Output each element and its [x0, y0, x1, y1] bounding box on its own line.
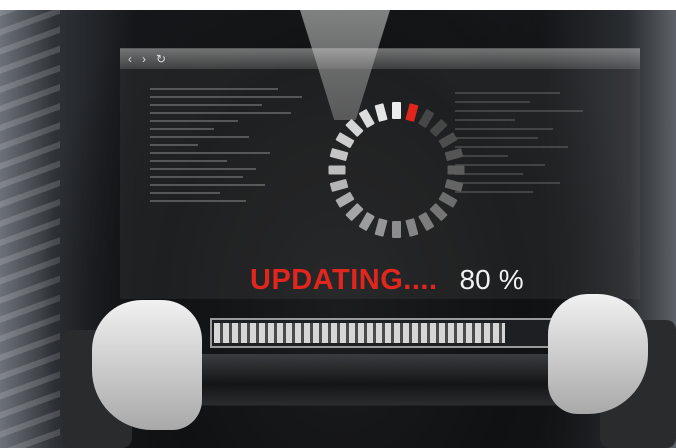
spinner-segment	[329, 148, 349, 162]
spinner-segment	[405, 103, 419, 122]
spinner-segment	[447, 165, 465, 175]
spinner-segment	[418, 108, 435, 129]
spinner-segment	[328, 165, 346, 175]
spinner-segment	[335, 132, 355, 149]
code-text-decoration-right	[455, 92, 605, 212]
spinner-segment	[392, 221, 401, 238]
spinner-segment	[374, 218, 388, 237]
progress-percent-unit: %	[498, 264, 524, 295]
chevron-right-icon: ›	[142, 52, 146, 66]
progress-bar-fill	[214, 323, 505, 343]
reload-icon: ↻	[156, 52, 167, 66]
spinner-segment	[345, 118, 364, 138]
top-border	[0, 0, 676, 10]
spinner-segment	[405, 218, 419, 237]
update-progress-bar	[210, 318, 582, 348]
updating-label: UPDATING....	[250, 264, 438, 296]
spinner-segment	[358, 211, 375, 232]
spinner-segment	[329, 178, 349, 192]
spinner-segment	[444, 148, 464, 162]
progress-percent-value: 80	[459, 264, 491, 295]
spinner-segment	[345, 202, 364, 222]
chevron-left-icon: ‹	[128, 52, 132, 66]
spinner-segment	[374, 103, 388, 122]
spinner-segment	[392, 102, 401, 119]
browser-toolbar: ‹ › ↻	[120, 49, 640, 69]
loading-spinner-icon	[326, 100, 466, 240]
spinner-segment	[358, 108, 375, 129]
spinner-segment	[438, 191, 458, 208]
photo-scene: ‹ › ↻ UPDATING.... 80%	[0, 0, 676, 448]
update-status: UPDATING.... 80%	[250, 264, 524, 300]
code-text-decoration	[150, 88, 310, 218]
left-hand	[92, 300, 202, 430]
spinner-segment	[444, 178, 464, 192]
spinner-segment	[429, 118, 448, 138]
spinner-segment	[418, 211, 435, 232]
spinner-segment	[335, 191, 355, 208]
spinner-segment	[438, 132, 458, 149]
spinner-segment	[429, 202, 448, 222]
